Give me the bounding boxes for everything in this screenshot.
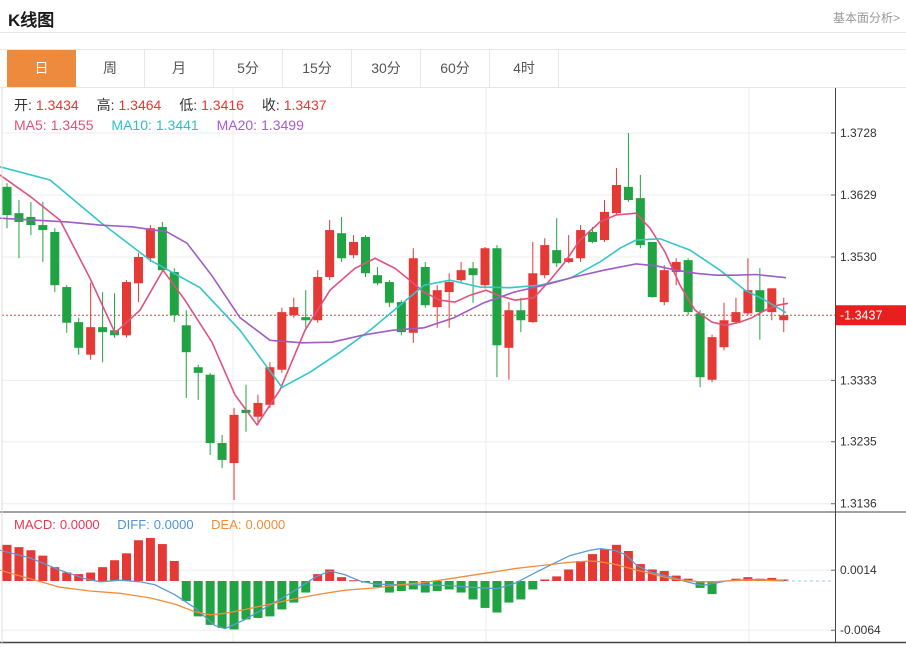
tab-周[interactable]: 周 — [76, 50, 145, 87]
ohlc-legend: 开:1.3434 高:1.3464 低:1.3416 收:1.3437 — [14, 95, 331, 115]
interval-tab-bar: 日周月5分15分30分60分4时 — [0, 49, 906, 88]
svg-text:1.3235: 1.3235 — [840, 435, 877, 449]
dea-value: 0.0000 — [246, 517, 286, 532]
svg-text:-0.0064: -0.0064 — [840, 623, 881, 637]
low-value: 1.3416 — [201, 97, 244, 113]
ma20-value: 1.3499 — [261, 117, 304, 133]
ma5-label: MA5: — [14, 117, 47, 133]
macd-legend: MACD: 0.0000 DIFF: 0.0000 DEA: 0.0000 — [14, 517, 289, 532]
tab-60分[interactable]: 60分 — [421, 50, 490, 87]
low-label: 低: — [179, 97, 197, 113]
svg-text:1.3728: 1.3728 — [840, 126, 877, 140]
high-label: 高: — [97, 97, 115, 113]
kline-chart-canvas[interactable]: 1.3728 1.3629 1.3530 1.3333 1.3235 1.3136 0.00… — [0, 88, 906, 647]
ma5-value: 1.3455 — [51, 117, 94, 133]
candles — [3, 133, 789, 500]
ma-legend: MA5:1.3455 MA10: 1.3441 MA20:1.3499 — [14, 117, 308, 133]
ma20-label: MA20: — [217, 117, 257, 133]
high-value: 1.3464 — [119, 97, 162, 113]
diff-value: 0.0000 — [154, 517, 194, 532]
ma10-label: MA10: — [111, 117, 151, 133]
tab-日[interactable]: 日 — [7, 50, 76, 87]
macd-label: MACD: — [14, 517, 56, 532]
title-divider — [0, 32, 906, 33]
ma5-line — [0, 175, 788, 425]
axis-labels: 1.3728 1.3629 1.3530 1.3333 1.3235 1.3136 0.00… — [831, 126, 881, 637]
close-label: 收: — [262, 97, 280, 113]
svg-text:-1.3437: -1.3437 — [840, 309, 882, 323]
svg-text:1.3333: 1.3333 — [840, 373, 877, 387]
tab-15分[interactable]: 15分 — [283, 50, 352, 87]
svg-text:1.3629: 1.3629 — [840, 188, 877, 202]
svg-text:1.3530: 1.3530 — [840, 250, 877, 264]
chart-area[interactable]: 1.3728 1.3629 1.3530 1.3333 1.3235 1.3136 0.00… — [0, 88, 906, 647]
open-value: 1.3434 — [36, 97, 79, 113]
svg-text:0.0014: 0.0014 — [840, 563, 877, 577]
kline-app: K线图 基本面分析> 日周月5分15分30分60分4时 1.3728 1.3629… — [0, 0, 906, 647]
tab-4时[interactable]: 4时 — [490, 50, 559, 87]
macd-value: 0.0000 — [60, 517, 100, 532]
tab-月[interactable]: 月 — [145, 50, 214, 87]
macd-histogram — [3, 538, 789, 630]
fundamental-analysis-link[interactable]: 基本面分析> — [833, 9, 900, 26]
ma10-value: 1.3441 — [156, 117, 199, 133]
tab-30分[interactable]: 30分 — [352, 50, 421, 87]
dea-label: DEA: — [211, 517, 241, 532]
tab-5分[interactable]: 5分 — [214, 50, 283, 87]
page-title: K线图 — [8, 6, 54, 31]
open-label: 开: — [14, 97, 32, 113]
close-value: 1.3437 — [284, 97, 327, 113]
svg-text:1.3136: 1.3136 — [840, 497, 877, 511]
diff-label: DIFF: — [117, 517, 150, 532]
